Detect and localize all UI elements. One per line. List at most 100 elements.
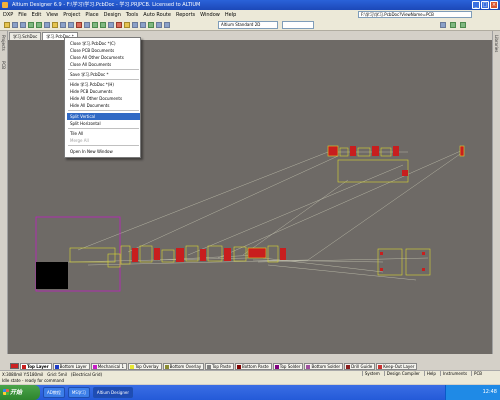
menu-item-split-horizontal[interactable]: Split Horizontal bbox=[67, 120, 140, 127]
nav-forward-icon[interactable] bbox=[460, 22, 466, 28]
taskbar-item-tutorial[interactable]: AD教程 bbox=[43, 387, 65, 398]
menu-separator bbox=[68, 128, 139, 129]
layer-tab-drill-guide[interactable]: Drill Guide bbox=[344, 362, 376, 370]
menu-item-open-new-window[interactable]: Open In New Window bbox=[67, 148, 140, 155]
layer-tab-keep-out[interactable]: Keep-Out Layer bbox=[376, 362, 418, 370]
layer-tab-top-paste[interactable]: Top Paste bbox=[205, 362, 234, 370]
zoom-in-icon[interactable] bbox=[28, 21, 34, 28]
left-panel-strip: Projects PCB bbox=[0, 31, 8, 354]
menu-item-tile-all[interactable]: Tile All bbox=[67, 130, 140, 137]
undo-icon[interactable] bbox=[92, 21, 98, 28]
layer-tab-mechanical-1[interactable]: Mechanical 1 bbox=[90, 362, 128, 370]
libraries-panel-tab[interactable]: Libraries bbox=[494, 35, 499, 52]
panel-button-design-compiler[interactable]: Design Compiler bbox=[383, 371, 422, 376]
panel-toggle-icon[interactable] bbox=[440, 22, 446, 28]
layer-swatch bbox=[274, 364, 279, 369]
altium-app-icon bbox=[2, 2, 8, 8]
menu-separator bbox=[68, 145, 139, 146]
layer-swatch bbox=[92, 364, 97, 369]
menu-separator bbox=[68, 110, 139, 111]
zoom-fit-icon[interactable] bbox=[44, 21, 50, 28]
string-icon[interactable] bbox=[140, 21, 146, 28]
layer-tab-top-layer[interactable]: Top Layer bbox=[20, 362, 52, 370]
menu-window[interactable]: Window bbox=[200, 12, 220, 18]
print-icon[interactable] bbox=[20, 21, 26, 28]
layer-tab-bottom-layer[interactable]: Bottom Layer bbox=[52, 362, 90, 370]
menu-file[interactable]: File bbox=[18, 12, 26, 18]
redo-icon[interactable] bbox=[100, 21, 106, 28]
route-icon[interactable] bbox=[108, 21, 114, 28]
menu-edit[interactable]: Edit bbox=[32, 12, 42, 18]
current-layer-color-swatch[interactable] bbox=[10, 363, 19, 369]
pcb-panel-tab[interactable]: PCB bbox=[1, 61, 6, 69]
component-icon[interactable] bbox=[148, 21, 154, 28]
menu-item-close-other-docs[interactable]: Close All Other Documents bbox=[67, 54, 140, 61]
minimize-button[interactable]: _ bbox=[472, 1, 480, 9]
maximize-button[interactable]: □ bbox=[481, 1, 489, 9]
menu-item-close-doc[interactable]: Close 学习.PcbDoc *(C) bbox=[67, 40, 140, 47]
menu-auto-route[interactable]: Auto Route bbox=[143, 12, 171, 18]
taskbar-item-folder[interactable]: MS学习 bbox=[67, 387, 90, 398]
tab-schdoc[interactable]: 学习.SchDoc bbox=[9, 32, 42, 40]
document-path-field[interactable]: F:\学习\学习.PcbDoc?ViewName=PCB bbox=[358, 11, 472, 18]
menu-separator bbox=[68, 79, 139, 80]
menu-item-hide-all-docs[interactable]: Hide All Documents bbox=[67, 102, 140, 109]
menu-dxp[interactable]: DXP bbox=[3, 12, 13, 18]
menu-design[interactable]: Design bbox=[104, 12, 121, 18]
menu-item-hide-pcb-docs[interactable]: Hide PCB Documents bbox=[67, 88, 140, 95]
window-title-bar: Altium Designer 6.9 - F:\学习\学习.PcbDoc - … bbox=[0, 0, 500, 10]
via-icon[interactable] bbox=[124, 21, 130, 28]
layer-tab-top-solder[interactable]: Top Solder bbox=[272, 362, 304, 370]
nav-back-icon[interactable] bbox=[450, 22, 456, 28]
panel-button-help[interactable]: Help bbox=[423, 371, 438, 376]
menu-help[interactable]: Help bbox=[225, 12, 236, 18]
projects-panel-tab[interactable]: Projects bbox=[1, 35, 6, 51]
layer-tab-bottom-solder[interactable]: Bottom Solder bbox=[304, 362, 344, 370]
view-config-combo[interactable]: Altium Standard 2D bbox=[218, 21, 278, 29]
component-row-left bbox=[69, 245, 286, 268]
track-icon[interactable] bbox=[116, 21, 122, 28]
filter-combo[interactable] bbox=[282, 21, 314, 29]
layer-tab-bar: Top Layer Bottom Layer Mechanical 1 Top … bbox=[0, 362, 500, 370]
menu-project[interactable]: Project bbox=[63, 12, 80, 18]
layer-swatch bbox=[306, 364, 311, 369]
menu-tools[interactable]: Tools bbox=[126, 12, 138, 18]
polygon-icon[interactable] bbox=[164, 21, 170, 28]
menu-item-close-pcb-docs[interactable]: Close PCB Documents bbox=[67, 47, 140, 54]
layer-swatch bbox=[54, 364, 59, 369]
main-toolbar: Altium Standard 2D bbox=[0, 19, 500, 31]
menu-item-close-all-docs[interactable]: Close All Documents bbox=[67, 61, 140, 68]
zoom-out-icon[interactable] bbox=[36, 21, 42, 28]
menu-item-hide-other-docs[interactable]: Hide All Other Documents bbox=[67, 95, 140, 102]
taskbar-item-altium[interactable]: Altium Designer bbox=[92, 387, 133, 398]
menu-reports[interactable]: Reports bbox=[176, 12, 195, 18]
menu-view[interactable]: View bbox=[46, 12, 58, 18]
panel-button-system[interactable]: System bbox=[361, 371, 382, 376]
layer-swatch bbox=[130, 364, 135, 369]
menu-separator bbox=[68, 69, 139, 70]
start-button[interactable]: 开始 bbox=[0, 385, 40, 400]
status-bar: X:3080mil Y:5180mil Grid: 5mil (Electric… bbox=[0, 370, 500, 377]
layer-tab-top-overlay[interactable]: Top Overlay bbox=[128, 362, 162, 370]
layer-tab-bottom-overlay[interactable]: Bottom Overlay bbox=[162, 362, 205, 370]
close-button[interactable]: × bbox=[490, 1, 498, 9]
menu-item-split-vertical[interactable]: Split Vertical bbox=[67, 113, 140, 120]
layer-swatch bbox=[207, 364, 212, 369]
cut-icon[interactable] bbox=[52, 21, 58, 28]
panel-button-instruments[interactable]: Instruments bbox=[439, 371, 469, 376]
open-folder-icon[interactable] bbox=[4, 21, 10, 28]
copy-icon[interactable] bbox=[60, 21, 66, 28]
select-icon[interactable] bbox=[76, 21, 82, 28]
menu-item-hide-doc[interactable]: Hide 学习.PcbDoc *(H) bbox=[67, 81, 140, 88]
move-icon[interactable] bbox=[84, 21, 90, 28]
pad-icon[interactable] bbox=[132, 21, 138, 28]
panel-button-pcb[interactable]: PCB bbox=[471, 371, 484, 376]
layer-tab-bottom-paste[interactable]: Bottom Paste bbox=[234, 362, 272, 370]
ratsnest-lines bbox=[67, 149, 464, 281]
menu-place[interactable]: Place bbox=[85, 12, 98, 18]
save-icon[interactable] bbox=[12, 21, 18, 28]
menu-item-save-doc[interactable]: Save 学习.PcbDoc * bbox=[67, 71, 140, 78]
paste-icon[interactable] bbox=[68, 21, 74, 28]
fill-icon[interactable] bbox=[156, 21, 162, 28]
document-tab-context-menu: Close 学习.PcbDoc *(C) Close PCB Documents… bbox=[64, 37, 141, 158]
